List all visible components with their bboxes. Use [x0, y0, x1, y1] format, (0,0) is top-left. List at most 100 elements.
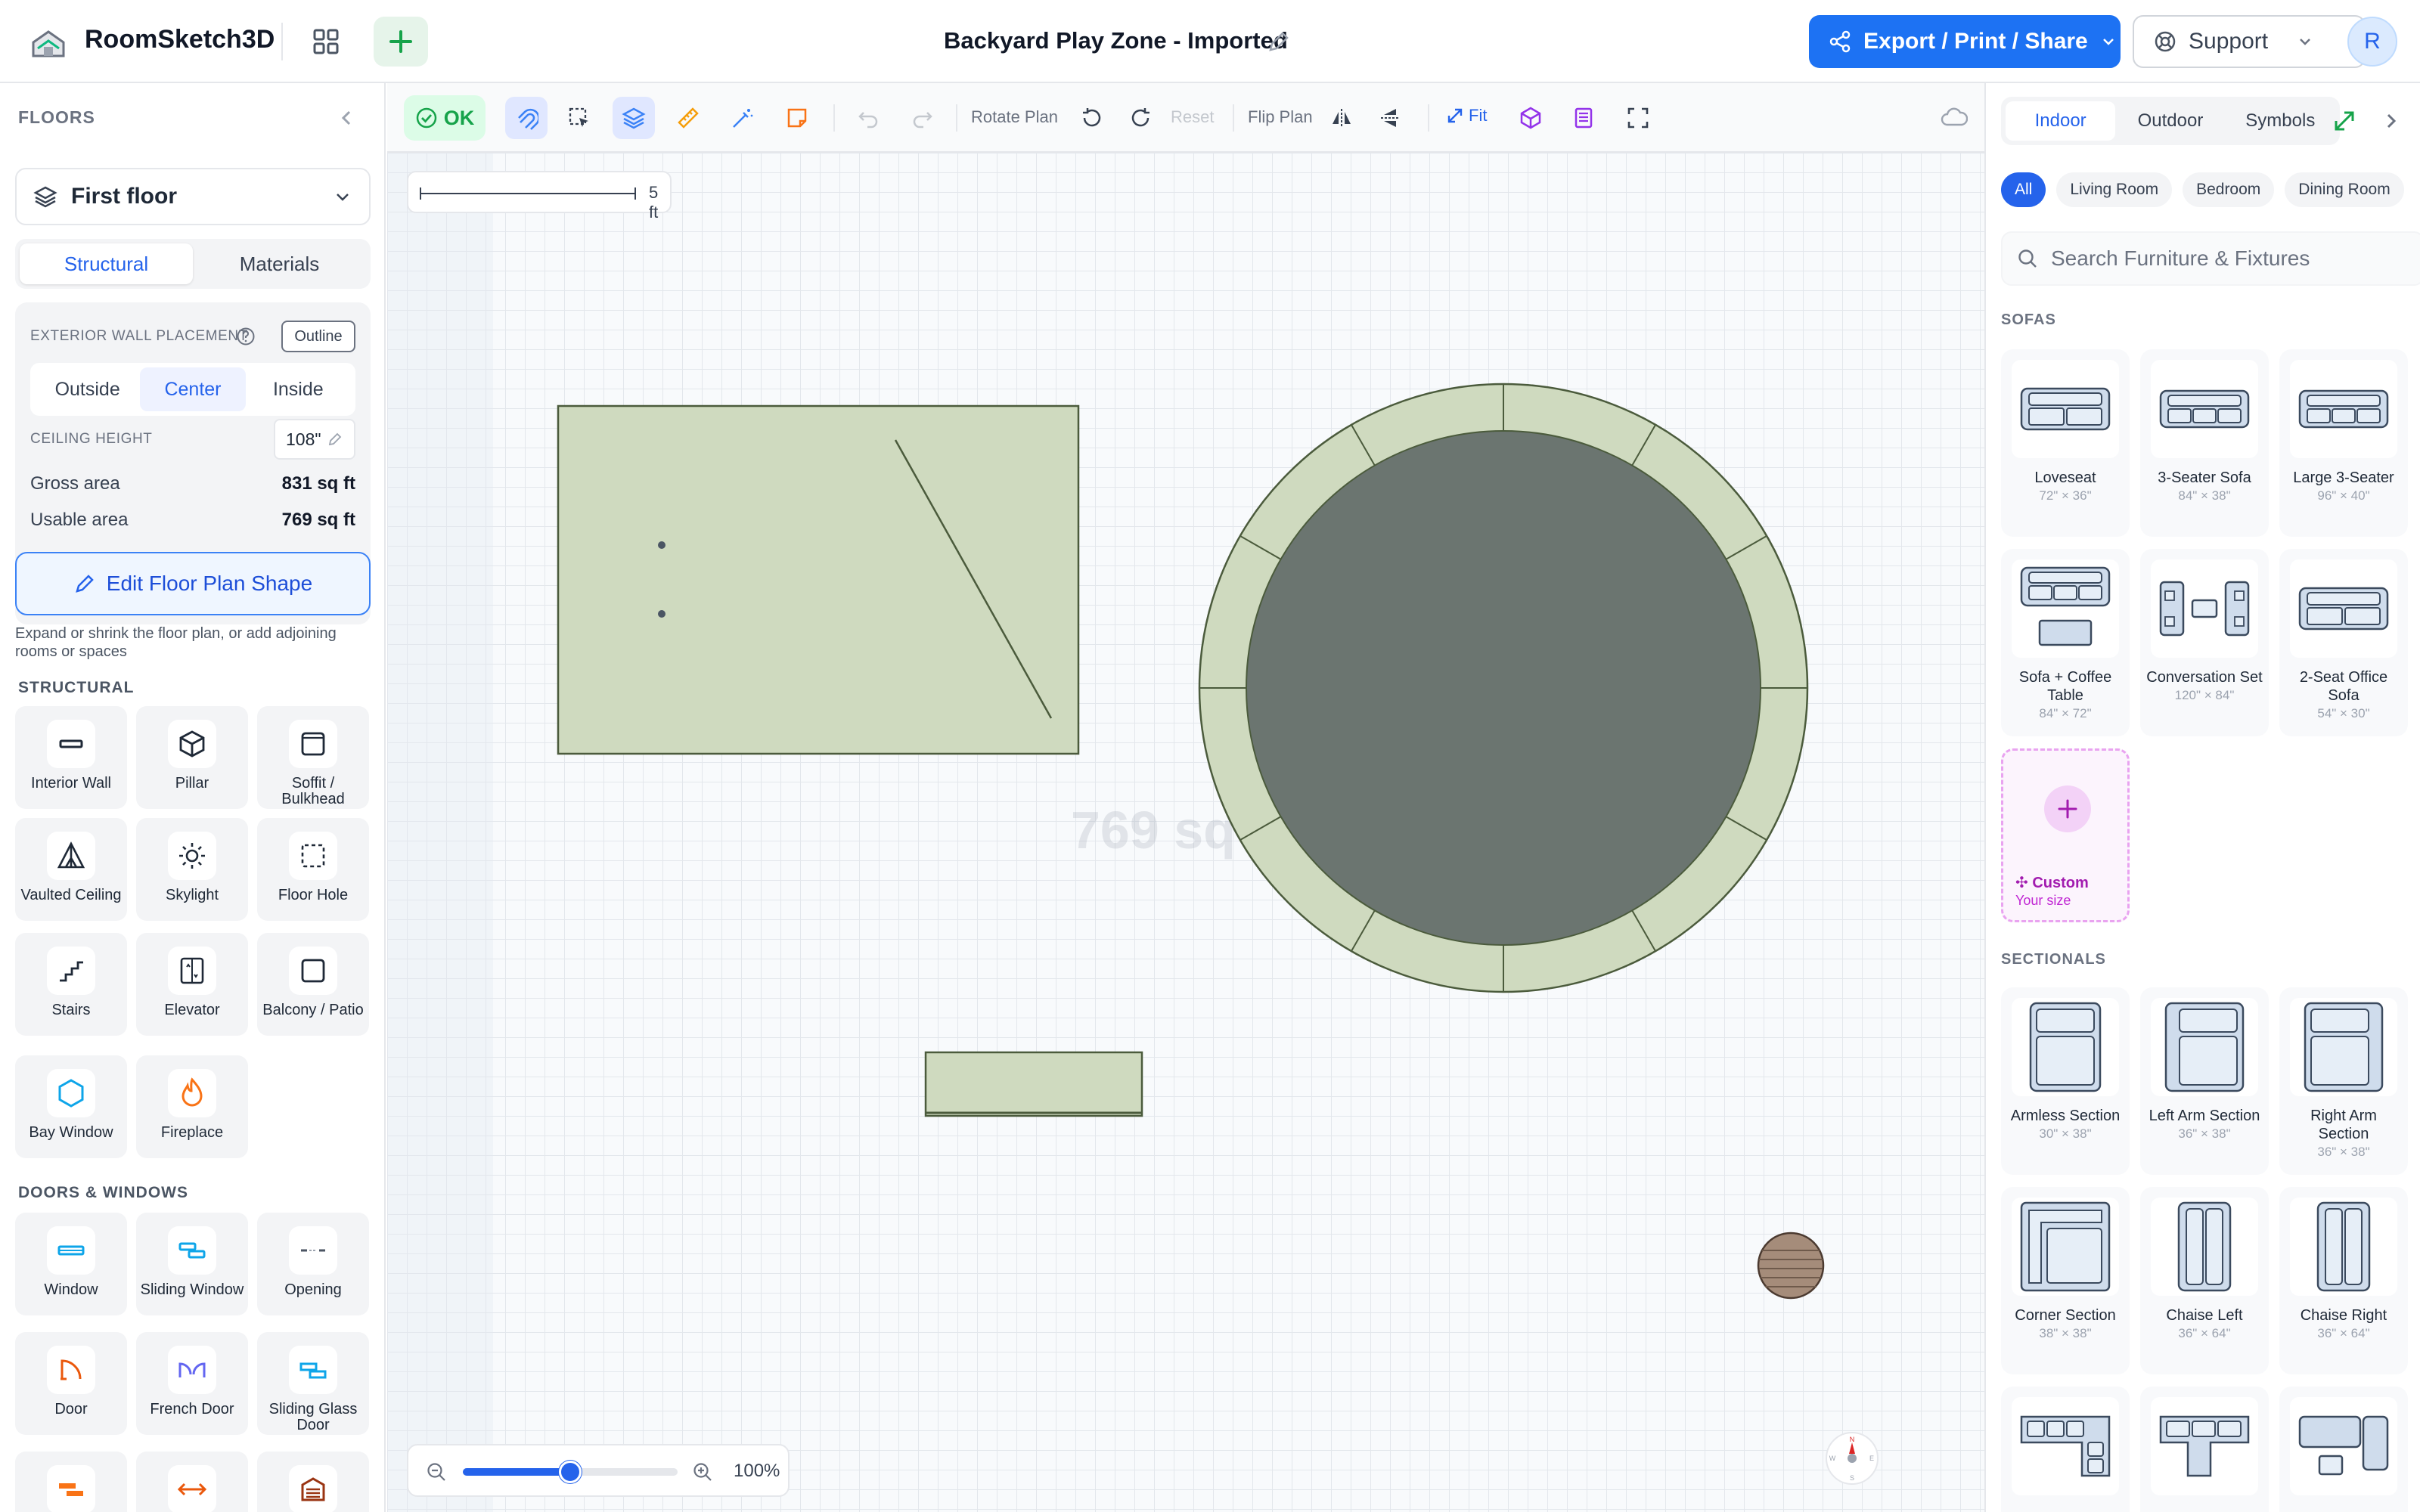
item-large-3-seater[interactable]: Large 3-Seater 96" × 40" [2279, 349, 2408, 537]
item-chaise-right[interactable]: Chaise Right 36" × 64" [2279, 1187, 2408, 1374]
top-bar: RoomSketch3D Backyard Play Zone - Import… [0, 0, 2420, 83]
select-tool-button[interactable] [558, 97, 600, 139]
zoom-in-icon[interactable] [691, 1461, 714, 1483]
placement-outside[interactable]: Outside [35, 367, 140, 411]
tool-vaulted-ceiling[interactable]: Vaulted Ceiling [15, 818, 127, 921]
document-title[interactable]: Backyard Play Zone - Imported [944, 27, 1288, 54]
layers-button[interactable] [613, 97, 655, 139]
tool-bay-window[interactable]: Bay Window [15, 1055, 127, 1158]
rotate-right-button[interactable] [1119, 97, 1162, 139]
search-input[interactable] [2051, 246, 2384, 271]
reset-button[interactable]: Reset [1171, 107, 1214, 127]
magic-wand-button[interactable] [721, 97, 764, 139]
expand-panel-icon[interactable] [2331, 107, 2358, 135]
chip-all[interactable]: All [2001, 172, 2046, 207]
flip-vertical-button[interactable] [1369, 97, 1411, 139]
building-view-button[interactable] [1562, 97, 1605, 139]
tool-balcony[interactable]: Balcony / Patio [257, 933, 369, 1036]
tool-elevator[interactable]: Elevator [136, 933, 248, 1036]
tool-window[interactable]: Window [15, 1213, 127, 1315]
bench[interactable] [924, 1051, 1143, 1117]
round-wood-table[interactable] [1757, 1232, 1825, 1300]
tab-structural[interactable]: Structural [20, 243, 193, 284]
floor-plan-canvas[interactable]: 769 sq ft 5 ft 100% N S E W [387, 153, 1984, 1512]
item-chaise-left[interactable]: Chaise Left 36" × 64" [2140, 1187, 2269, 1374]
floor-mode-tabs: Structural Materials [15, 239, 371, 289]
tool-sliding-window[interactable]: Sliding Window [136, 1213, 248, 1315]
add-custom-button[interactable] [2044, 785, 2091, 832]
undo-button[interactable] [847, 97, 889, 139]
pencil-icon[interactable] [1266, 29, 1292, 54]
tab-symbols[interactable]: Symbols [2226, 101, 2335, 141]
tool-label: Floor Hole [278, 887, 349, 903]
dashboard-button[interactable] [299, 17, 352, 67]
compass[interactable]: N S E W [1826, 1432, 1879, 1485]
tool-label: Stairs [51, 1002, 91, 1018]
item-right-arm-section[interactable]: Right Arm Section 36" × 38" [2279, 987, 2408, 1175]
item-sectional-set-1[interactable] [2001, 1387, 2130, 1512]
fit-button[interactable]: Fit [1446, 106, 1487, 125]
item-corner-section[interactable]: Corner Section 38" × 38" [2001, 1187, 2130, 1374]
sun-icon [179, 843, 205, 869]
collapse-chevron-icon[interactable] [333, 104, 360, 132]
tool-more-1[interactable] [15, 1452, 127, 1512]
item-armless-section[interactable]: Armless Section 30" × 38" [2001, 987, 2130, 1175]
support-button[interactable]: Support [2133, 15, 2366, 68]
tool-interior-wall[interactable]: Interior Wall [15, 706, 127, 809]
placement-inside[interactable]: Inside [246, 367, 351, 411]
floor-select[interactable]: First floor [15, 168, 371, 225]
tool-door[interactable]: Door [15, 1332, 127, 1435]
tool-more-2[interactable] [136, 1452, 248, 1512]
new-project-button[interactable] [374, 17, 428, 67]
flip-horizontal-button[interactable] [1320, 97, 1363, 139]
chip-bedroom[interactable]: Bedroom [2183, 172, 2275, 207]
redo-button[interactable] [901, 97, 944, 139]
outline-toggle[interactable]: Outline [281, 321, 355, 352]
chevron-right-icon[interactable] [2378, 107, 2405, 135]
edit-floor-plan-shape-button[interactable]: Edit Floor Plan Shape [15, 552, 371, 615]
tool-pillar[interactable]: Pillar [136, 706, 248, 809]
tab-indoor[interactable]: Indoor [2006, 101, 2116, 141]
item-sofa-coffee-table[interactable]: Sofa + Coffee Table 84" × 72" [2001, 549, 2130, 736]
tab-materials[interactable]: Materials [193, 243, 366, 284]
play-area-rectangle[interactable] [557, 404, 1080, 755]
tool-more-3[interactable] [257, 1452, 369, 1512]
zoom-out-icon[interactable] [425, 1461, 448, 1483]
magnet-icon [518, 108, 538, 130]
zoom-slider[interactable] [463, 1461, 678, 1483]
tool-soffit[interactable]: Soffit / Bulkhead [257, 706, 369, 809]
tool-fireplace[interactable]: Fireplace [136, 1055, 248, 1158]
item-loveseat[interactable]: Loveseat 72" × 36" [2001, 349, 2130, 537]
3d-view-button[interactable] [1509, 97, 1552, 139]
placement-center[interactable]: Center [140, 367, 246, 411]
measure-button[interactable] [667, 97, 709, 139]
user-avatar[interactable]: R [2347, 17, 2397, 67]
fullscreen-button[interactable] [1617, 97, 1659, 139]
magnet-snap-button[interactable] [505, 97, 548, 139]
zoom-slider-thumb[interactable] [559, 1461, 582, 1483]
tool-floor-hole[interactable]: Floor Hole [257, 818, 369, 921]
custom-size-card[interactable]: ✣ Custom Your size [2001, 748, 2130, 922]
export-button[interactable]: Export / Print / Share [1809, 15, 2121, 68]
ok-button[interactable]: OK [404, 95, 486, 141]
tab-outdoor[interactable]: Outdoor [2115, 101, 2225, 141]
item-2-seat-office-sofa[interactable]: 2-Seat Office Sofa 54" × 30" [2279, 549, 2408, 736]
chip-living-room[interactable]: Living Room [2056, 172, 2173, 207]
scale-label: 5 ft [649, 183, 659, 222]
chip-dining-room[interactable]: Dining Room [2285, 172, 2404, 207]
tool-opening[interactable]: Opening [257, 1213, 369, 1315]
tool-sliding-glass-door[interactable]: Sliding Glass Door [257, 1332, 369, 1435]
tool-stairs[interactable]: Stairs [15, 933, 127, 1036]
item-conversation-set[interactable]: Conversation Set 120" × 84" [2140, 549, 2269, 736]
help-icon[interactable] [236, 327, 256, 346]
tool-french-door[interactable]: French Door [136, 1332, 248, 1435]
trampoline[interactable] [1198, 383, 1809, 993]
item-3-seater-sofa[interactable]: 3-Seater Sofa 84" × 38" [2140, 349, 2269, 537]
rotate-left-button[interactable] [1071, 97, 1113, 139]
tool-skylight[interactable]: Skylight [136, 818, 248, 921]
notes-button[interactable] [776, 97, 818, 139]
item-sectional-set-3[interactable] [2279, 1387, 2408, 1512]
item-left-arm-section[interactable]: Left Arm Section 36" × 38" [2140, 987, 2269, 1175]
ceiling-height-input[interactable]: 108" [274, 419, 355, 460]
item-sectional-set-2[interactable] [2140, 1387, 2269, 1512]
